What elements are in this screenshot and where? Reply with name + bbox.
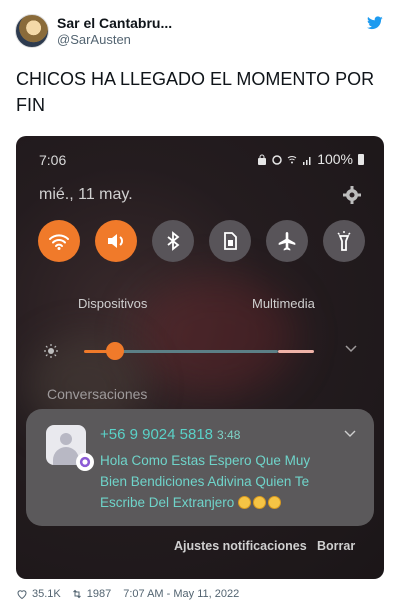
clear-button[interactable]: Borrar xyxy=(317,539,355,553)
like-count: 35.1K xyxy=(32,588,61,600)
section-title-conversations: Conversaciones xyxy=(47,386,148,402)
battery-icon xyxy=(358,153,364,165)
status-bar-icons: 100% xyxy=(257,151,364,167)
brightness-slider-thumb[interactable] xyxy=(106,342,124,360)
face-icon xyxy=(268,496,282,509)
lock-icon xyxy=(258,154,267,165)
expand-chevron-icon[interactable] xyxy=(344,430,356,438)
display-name[interactable]: Sar el Cantabru... xyxy=(57,15,172,31)
chevron-down-icon[interactable] xyxy=(344,344,358,354)
tweet-footer: 35.1K 1987 7:07 AM - May 11, 2022 xyxy=(16,586,386,602)
flashlight-icon xyxy=(337,231,351,251)
background-blur xyxy=(136,276,296,396)
status-time: 7:06 xyxy=(39,152,67,168)
sim-icon xyxy=(224,232,237,250)
wifi-signal-icon xyxy=(287,155,297,163)
message-body: Hola Como Estas Espero Que Muy Bien Bend… xyxy=(100,450,340,513)
retweet-icon[interactable] xyxy=(71,588,83,600)
sender-line: +56 9 9024 5818 3:48 xyxy=(100,426,240,443)
message-notification[interactable]: +56 9 9024 5818 3:48 Hola Como Estas Espe… xyxy=(26,409,374,526)
heart-icon[interactable] xyxy=(16,588,28,600)
person-head-shape xyxy=(60,433,72,445)
volume-icon xyxy=(108,234,123,248)
quick-settings-tiles xyxy=(38,220,366,262)
message-time: 3:48 xyxy=(217,428,241,442)
tile-flashlight[interactable] xyxy=(323,220,365,262)
notification-settings-button[interactable]: Ajustes notificaciones xyxy=(174,539,307,553)
brightness-slider-track[interactable] xyxy=(116,350,278,353)
tile-airplane[interactable] xyxy=(266,220,308,262)
tile-bluetooth[interactable] xyxy=(152,220,194,262)
sender-number: +56 9 9024 5818 xyxy=(100,426,214,443)
face-icon xyxy=(238,496,252,509)
twitter-bird-icon[interactable] xyxy=(367,16,383,30)
retweet-count: 1987 xyxy=(86,588,112,600)
messages-app-badge xyxy=(76,453,94,471)
wifi-icon xyxy=(49,234,69,250)
tile-sound[interactable] xyxy=(95,220,137,262)
devices-label[interactable]: Dispositivos xyxy=(78,296,147,311)
avatar[interactable] xyxy=(15,14,49,48)
battery-percent: 100% xyxy=(317,151,353,167)
brightness-icon xyxy=(44,344,58,358)
tweet-text: CHICOS HA LLEGADO EL MOMENTO POR FIN xyxy=(16,69,375,115)
airplane-icon xyxy=(278,232,296,251)
brightness-slider-track-end xyxy=(278,350,314,353)
tile-wifi[interactable] xyxy=(38,220,80,262)
face-icon xyxy=(253,496,267,509)
emoji-row xyxy=(238,496,282,509)
gear-icon[interactable] xyxy=(342,185,362,205)
alarm-icon xyxy=(272,154,282,165)
user-handle[interactable]: @SarAusten xyxy=(57,32,131,47)
tweet-timestamp[interactable]: 7:07 AM - May 11, 2022 xyxy=(123,588,239,600)
phone-screenshot: 7:06 100% mié., 11 may. Dispositivos Mul… xyxy=(16,136,384,579)
tweet-header: Sar el Cantabru... @SarAusten xyxy=(15,14,385,50)
signal-icon xyxy=(303,156,311,165)
date: mié., 11 may. xyxy=(39,186,133,203)
bluetooth-icon xyxy=(167,231,180,251)
media-label[interactable]: Multimedia xyxy=(252,296,315,311)
tile-sim[interactable] xyxy=(209,220,251,262)
chat-bubble-icon xyxy=(79,456,91,468)
